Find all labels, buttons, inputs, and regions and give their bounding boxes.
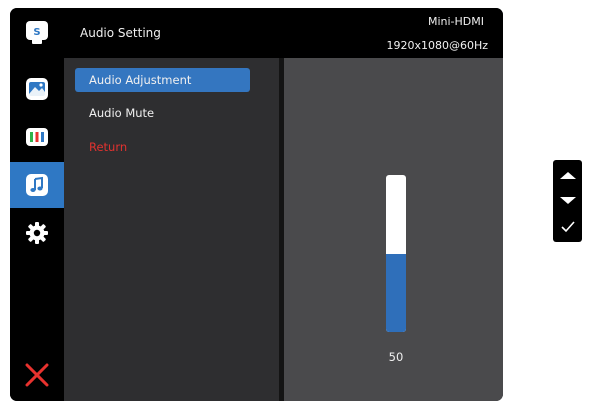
confirm-button[interactable]: [553, 214, 582, 240]
music-note-icon: [26, 174, 48, 196]
volume-value: 50: [388, 350, 404, 364]
volume-slider[interactable]: [386, 175, 406, 332]
sidebar-item-color[interactable]: [10, 114, 64, 160]
sidebar-item-picture[interactable]: [10, 66, 64, 112]
up-arrow-icon: [559, 172, 576, 179]
page-title: Audio Setting: [80, 26, 161, 40]
value-panel: 50: [284, 58, 503, 401]
logo-icon: S: [26, 21, 48, 44]
check-icon: [560, 221, 575, 233]
logo-letter: S: [33, 27, 40, 38]
color-bars-icon: [26, 128, 48, 146]
close-icon[interactable]: [23, 361, 51, 389]
up-button[interactable]: [553, 162, 582, 188]
osd-header: S Audio Setting Mini-HDMI 1920x1080@60Hz: [10, 8, 503, 58]
osd-window: S Audio Setting Mini-HDMI 1920x1080@60Hz: [10, 8, 503, 401]
gear-icon: [26, 222, 48, 244]
osd-keypad: [553, 160, 582, 242]
menu-panel: Audio Adjustment Audio Mute Return: [64, 58, 279, 401]
sidebar-item-settings[interactable]: [10, 210, 64, 256]
menu-item-return[interactable]: Return: [75, 135, 250, 159]
picture-icon: [26, 78, 48, 100]
sidebar: [10, 58, 64, 401]
volume-slider-fill: [386, 253, 406, 332]
resolution-label: 1920x1080@60Hz: [386, 39, 488, 52]
down-button[interactable]: [553, 188, 582, 214]
menu-item-audio-mute[interactable]: Audio Mute: [75, 101, 250, 125]
menu-item-audio-adjustment[interactable]: Audio Adjustment: [75, 68, 250, 92]
down-arrow-icon: [559, 197, 576, 204]
input-source-label: Mini-HDMI: [427, 15, 484, 28]
sidebar-item-audio[interactable]: [10, 162, 64, 208]
